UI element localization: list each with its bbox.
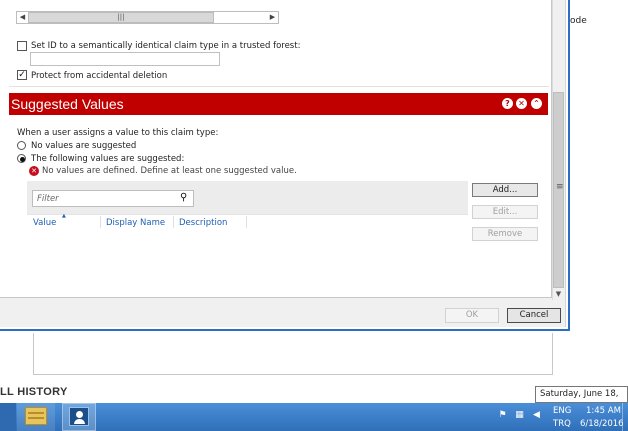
volume-muted-icon[interactable]: ◀ [531,410,542,421]
language-indicator[interactable]: ENG [553,406,571,416]
clock-date[interactable]: 6/18/2016 [580,419,624,429]
divider [9,86,549,87]
set-id-input[interactable] [30,52,220,66]
date-tooltip: Saturday, June 18, 2016 [535,386,628,414]
chevron-up-icon[interactable]: ⌃ [531,98,542,109]
column-header-display-name[interactable]: Display Name [106,218,165,228]
search-icon[interactable]: ⚲ [180,192,187,203]
section-title: Suggested Values [11,96,124,112]
radio-following-values-label: The following values are suggested: [31,154,185,164]
column-divider[interactable] [246,216,247,228]
set-id-label: Set ID to a semantically identical claim… [31,41,301,51]
action-center-flag-icon[interactable]: ⚑ [497,410,508,421]
cancel-button[interactable]: Cancel [507,308,561,323]
error-icon: ✕ [29,166,39,176]
show-desktop-button[interactable] [622,403,628,431]
edit-value-button[interactable]: Edit... [472,205,538,219]
background-panel [33,333,553,375]
keyboard-layout-indicator[interactable]: TRQ [553,419,571,429]
admin-center-icon [69,407,89,426]
ok-button[interactable]: OK [445,308,499,323]
filter-placeholder: Filter [37,194,59,204]
network-icon[interactable]: ▦ [514,410,525,421]
radio-following-values[interactable] [17,154,26,163]
error-message: No values are defined. Define at least o… [42,166,297,176]
horizontal-scrollbar-thumb[interactable]: ||| [28,12,214,23]
background-window-text: ode [570,16,587,26]
protect-label: Protect from accidental deletion [31,71,168,81]
history-label: LL HISTORY [0,386,68,398]
column-header-description[interactable]: Description [179,218,227,228]
column-header-value[interactable]: Value [33,218,56,228]
remove-value-button[interactable]: Remove [472,227,538,241]
scroll-down-icon[interactable]: ▼ [553,288,564,300]
protect-checkbox[interactable]: ✓ [17,70,27,80]
grip-icon: ≡ [556,182,564,192]
set-id-checkbox[interactable] [17,41,27,51]
column-divider[interactable] [173,216,174,228]
close-icon[interactable]: ✕ [516,98,527,109]
sort-ascending-icon: ▲ [62,213,66,219]
scroll-right-icon[interactable]: ▶ [267,12,278,23]
assign-label: When a user assigns a value to this clai… [17,128,219,138]
column-divider[interactable] [100,216,101,228]
radio-no-values-label: No values are suggested [31,141,137,151]
add-value-button[interactable]: Add... [472,183,538,197]
clock-time[interactable]: 1:45 AM [586,406,621,416]
scroll-left-icon[interactable]: ◀ [17,12,28,23]
question-icon[interactable]: ? [502,98,513,109]
radio-no-values[interactable] [17,141,26,150]
start-area[interactable] [0,403,16,431]
values-list[interactable] [27,214,468,294]
background-window [570,0,628,380]
folder-icon [25,407,47,425]
